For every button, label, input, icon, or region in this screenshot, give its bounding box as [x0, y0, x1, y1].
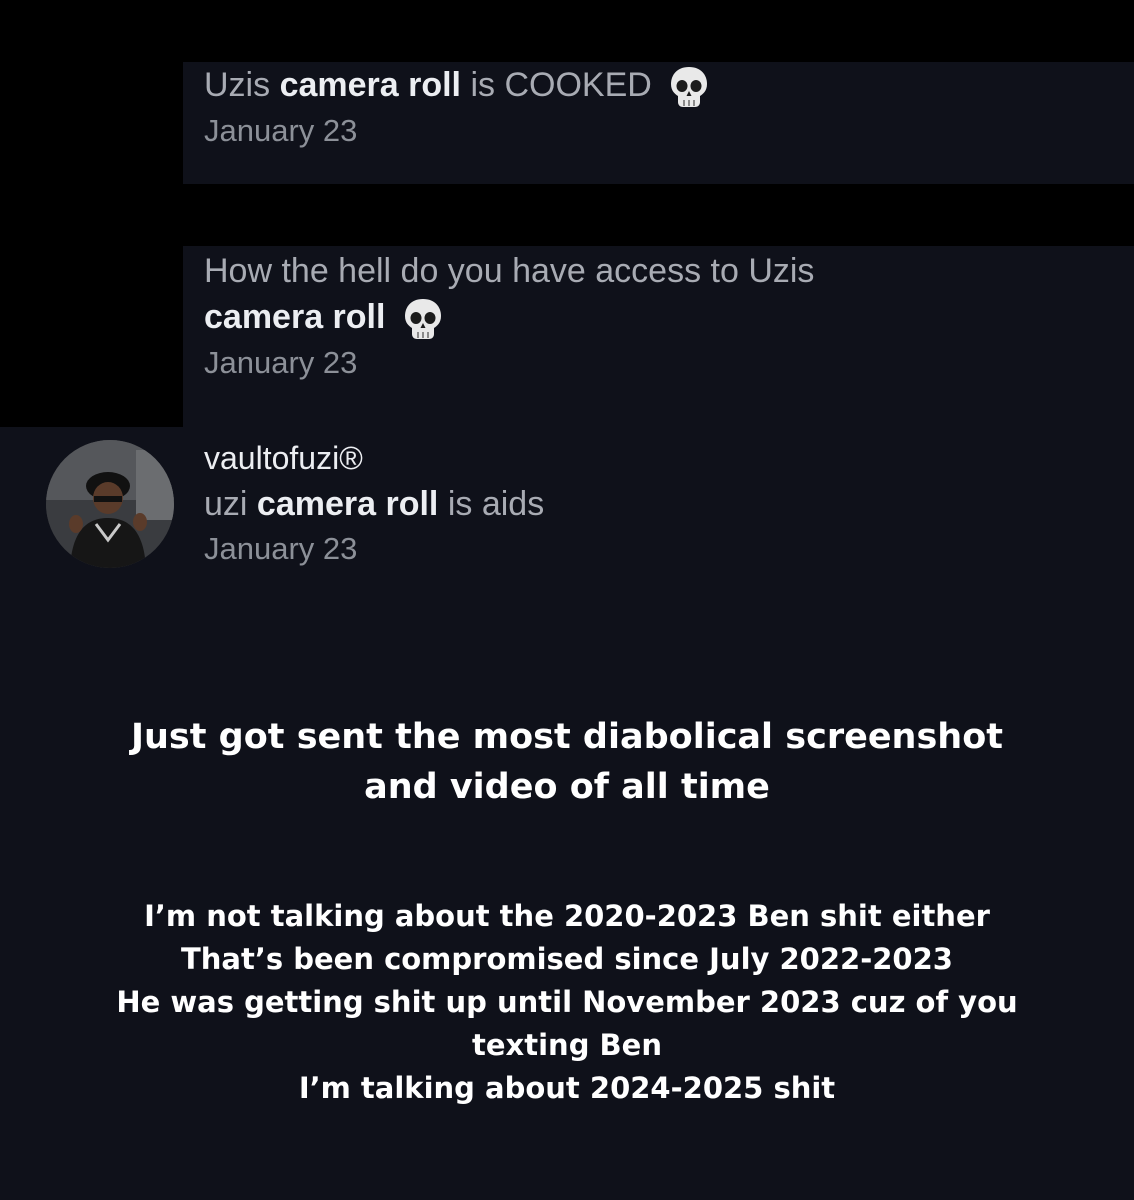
- comment-2-line-2: camera roll: [204, 294, 1004, 341]
- comment-date: January 23: [204, 531, 358, 566]
- comment-date: January 23: [204, 345, 358, 381]
- avatar[interactable]: [46, 440, 174, 568]
- comment-text-bold: camera roll: [279, 66, 462, 104]
- comment-text-end: is aids: [438, 485, 545, 523]
- caption-body-line: texting Ben: [472, 1028, 662, 1062]
- black-crop-gap: [0, 184, 1134, 246]
- comment-2: How the hell do you have access to Uzis …: [204, 248, 1004, 385]
- comment-date: January 23: [204, 113, 358, 149]
- comment-text-bold: camera roll: [204, 298, 386, 336]
- caption-body-line: I’m talking about 2024-2025 shit: [298, 1071, 836, 1105]
- comment-3: vaultofuzi® uzi camera roll is aids Janu…: [204, 435, 544, 571]
- comment-text-end: is COOKED: [461, 66, 652, 104]
- comment-text-start: Uzis: [204, 66, 280, 104]
- comment-text-bold: camera roll: [256, 485, 439, 523]
- caption-headline: Just got sent the most diabolical screen…: [0, 712, 1134, 812]
- caption-body-line: That’s been compromised since July 2022-…: [181, 942, 953, 976]
- avatar-photo: [46, 440, 174, 568]
- caption-body-line: He was getting shit up until November 20…: [116, 985, 1018, 1019]
- caption-body-line: I’m not talking about the 2020-2023 Ben …: [144, 899, 990, 933]
- comment-text-start: uzi: [204, 485, 257, 523]
- caption-headline-line: Just got sent the most diabolical screen…: [130, 717, 1003, 757]
- comment-1-text: Uzis camera roll is COOKED: [204, 62, 709, 109]
- comment-2-line-1: How the hell do you have access to Uzis: [204, 252, 815, 290]
- comment-1: Uzis camera roll is COOKED January 23: [204, 62, 709, 153]
- skull-emoji-icon: [404, 299, 441, 340]
- comment-username[interactable]: vaultofuzi®: [204, 435, 544, 481]
- skull-emoji-icon: [671, 67, 708, 108]
- caption-headline-line: and video of all time: [364, 767, 770, 807]
- caption-body: I’m not talking about the 2020-2023 Ben …: [0, 895, 1134, 1110]
- comment-3-text: uzi camera roll is aids: [204, 481, 544, 527]
